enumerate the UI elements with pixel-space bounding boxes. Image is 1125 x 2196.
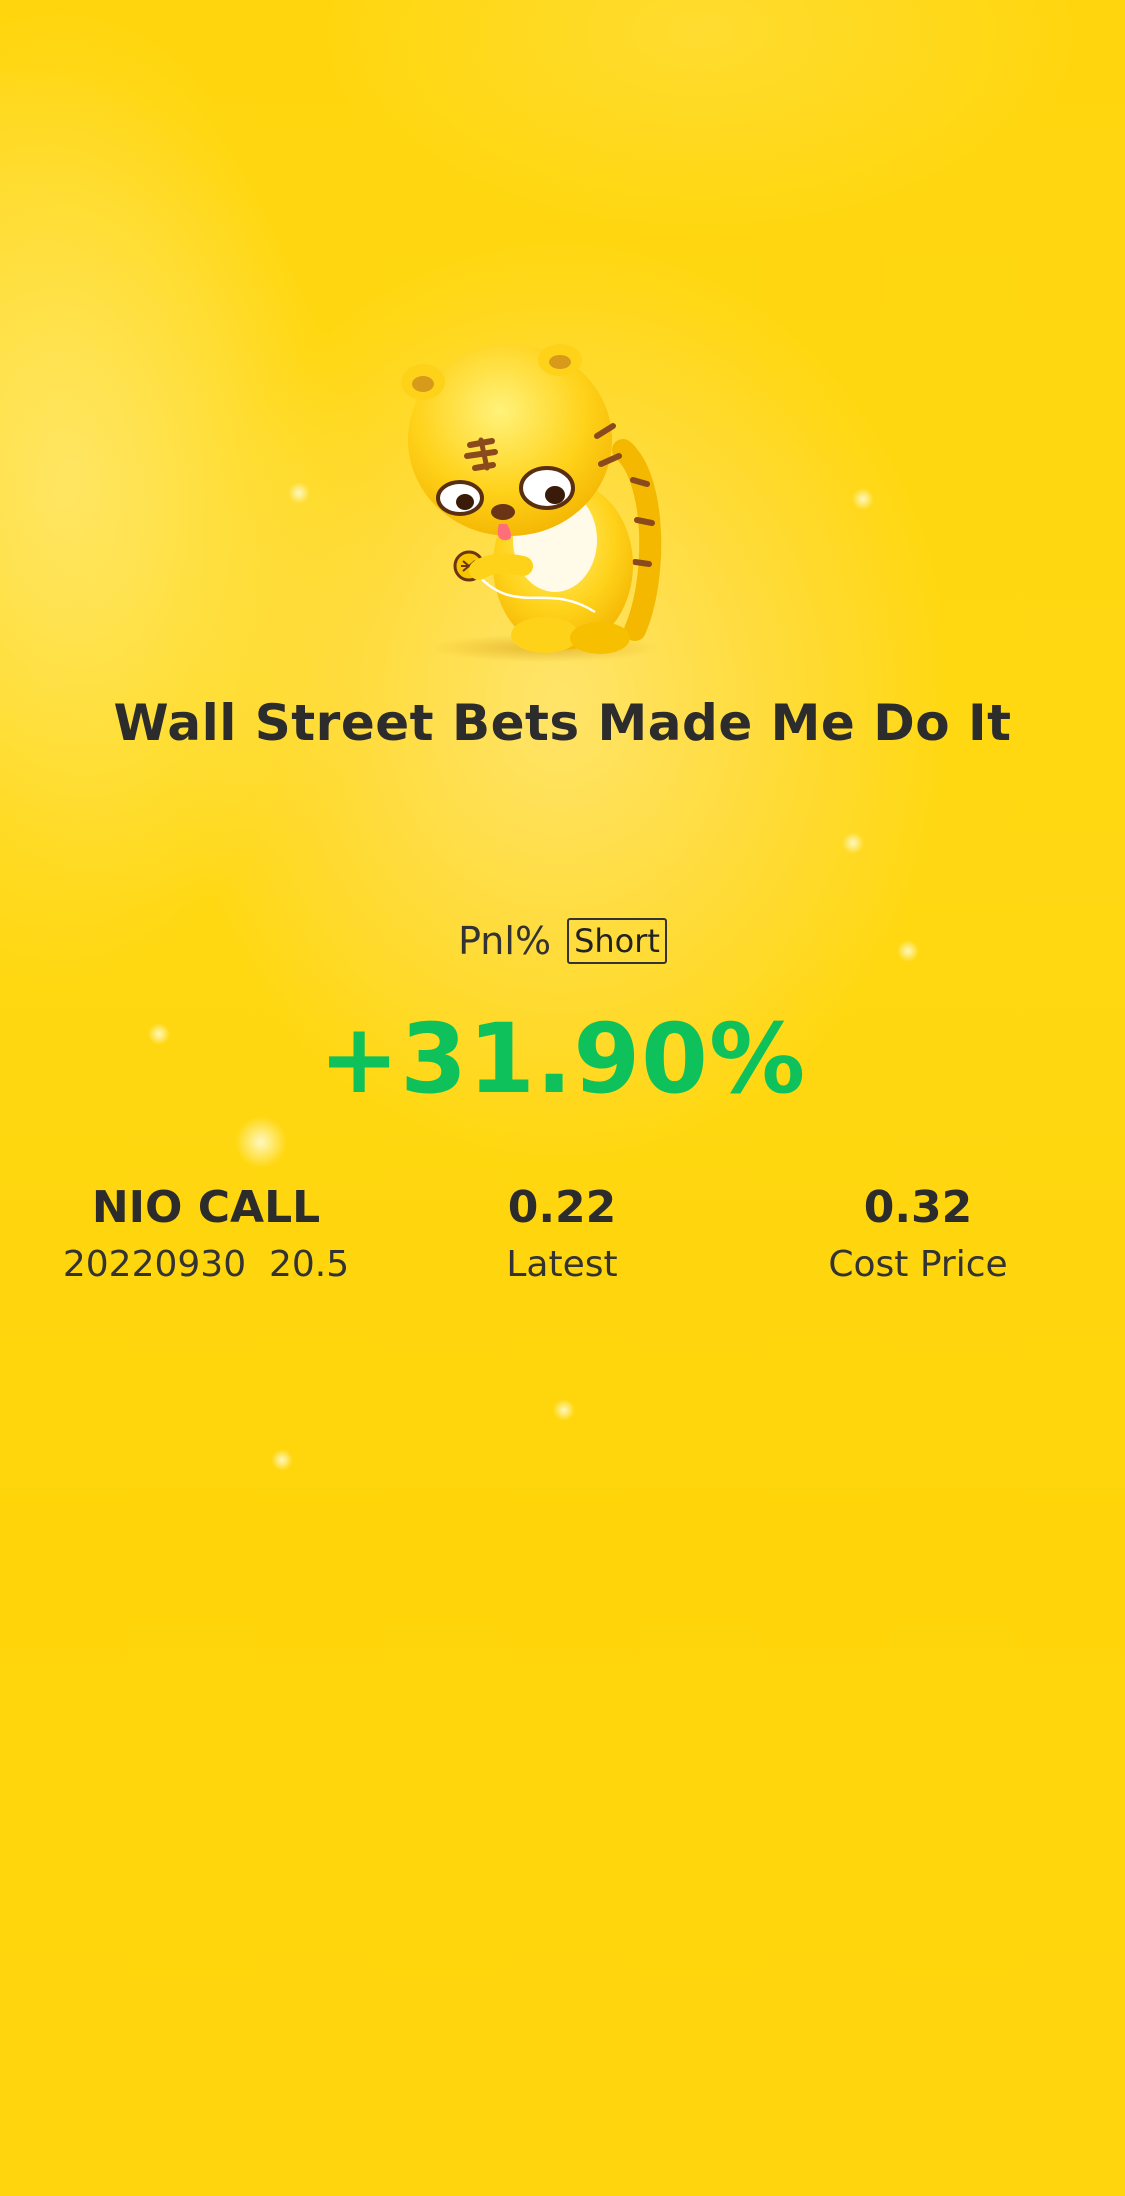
instrument-name: NIO CALL: [91, 1182, 321, 1233]
stat-instrument: NIO CALL 20220930 20.5: [36, 1180, 376, 1290]
cost-price-label: Cost Price: [828, 1244, 1008, 1285]
sparkle: [553, 1399, 575, 1421]
stat-latest: 0.22 Latest: [392, 1180, 732, 1290]
cost-price: 0.32: [863, 1182, 973, 1233]
tiger-mascot-icon: [395, 330, 685, 670]
direction-badge: Short: [567, 918, 667, 964]
pnl-label: Pnl%: [458, 919, 552, 963]
latest-price: 0.22: [507, 1182, 617, 1233]
page-title: Wall Street Bets Made Me Do It: [113, 694, 1012, 752]
background-glow: [320, 0, 1080, 240]
sparkle: [288, 482, 310, 504]
latest-label: Latest: [506, 1244, 618, 1285]
sparkle: [852, 488, 874, 510]
stat-cost-price: 0.32 Cost Price: [748, 1180, 1088, 1290]
pnl-header: Pnl% Short: [0, 918, 1125, 964]
sparkle: [842, 832, 864, 854]
instrument-expiry-strike: 20220930 20.5: [62, 1244, 350, 1285]
pnl-percentage: +31.90%: [318, 1003, 807, 1115]
sparkle: [235, 1116, 287, 1168]
sparkle: [271, 1449, 293, 1471]
